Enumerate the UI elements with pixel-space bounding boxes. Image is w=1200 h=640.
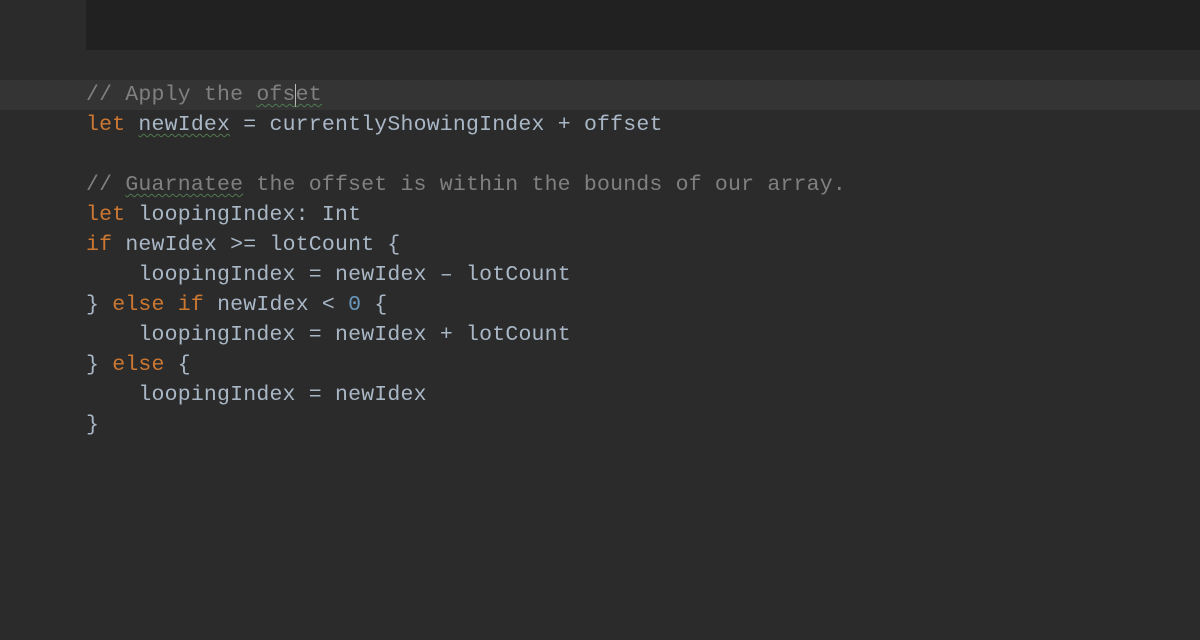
token-id: lotCount	[466, 260, 571, 290]
token-sp	[112, 230, 125, 260]
token-op: }	[86, 290, 99, 320]
token-op: =	[309, 380, 322, 410]
indent	[86, 260, 138, 290]
token-sp	[335, 290, 348, 320]
token-sp	[125, 200, 138, 230]
token-sp	[217, 230, 230, 260]
token-sp	[545, 110, 558, 140]
token-sp	[309, 200, 322, 230]
token-kw: if	[178, 290, 204, 320]
token-sp	[125, 110, 138, 140]
token-op: –	[440, 260, 453, 290]
token-sp	[165, 350, 178, 380]
token-sp	[296, 320, 309, 350]
code-editor[interactable]: // Apply the ofsetlet newIdex = currentl…	[0, 0, 1200, 640]
token-id: loopingIndex	[138, 320, 295, 350]
code-line[interactable]: } else if newIdex < 0 {	[86, 290, 1200, 320]
token-op: {	[387, 230, 400, 260]
token-sp	[204, 290, 217, 320]
token-op: =	[309, 320, 322, 350]
code-line[interactable]: let newIdex = currentlyShowingIndex + of…	[86, 110, 1200, 140]
token-op: =	[309, 260, 322, 290]
indent	[86, 320, 138, 350]
code-line[interactable]: } else {	[86, 350, 1200, 380]
code-line[interactable]: }	[86, 410, 1200, 440]
code-line[interactable]: loopingIndex = newIdex	[86, 380, 1200, 410]
code-line[interactable]	[86, 140, 1200, 170]
token-id: loopingIndex	[138, 380, 295, 410]
token-sp	[322, 380, 335, 410]
token-comment: // Apply the	[86, 80, 256, 110]
token-sp	[256, 110, 269, 140]
indent	[86, 380, 138, 410]
code-line[interactable]: loopingIndex = newIdex – lotCount	[86, 260, 1200, 290]
token-comment: the offset is within the bounds of our a…	[243, 170, 846, 200]
token-id_typo: newIdex	[138, 110, 230, 140]
token-id: lotCount	[466, 320, 571, 350]
code-line[interactable]: let loopingIndex: Int	[86, 200, 1200, 230]
code-line[interactable]: loopingIndex = newIdex + lotCount	[86, 320, 1200, 350]
token-op: =	[243, 110, 256, 140]
token-sp	[99, 290, 112, 320]
code-line[interactable]: if newIdex >= lotCount {	[86, 230, 1200, 260]
token-sp	[361, 290, 374, 320]
token-id: newIdex	[125, 230, 217, 260]
token-id: offset	[584, 110, 663, 140]
token-id: newIdex	[335, 380, 427, 410]
token-kw: else	[112, 350, 164, 380]
token-sp	[99, 350, 112, 380]
token-sp	[453, 320, 466, 350]
token-comment_typo: et	[296, 80, 322, 110]
token-comment_typo: Guarnatee	[125, 170, 243, 200]
editor-toolstrip	[0, 0, 1200, 50]
token-ty: Int	[322, 200, 361, 230]
token-id: loopingIndex	[138, 200, 295, 230]
token-id: newIdex	[335, 260, 427, 290]
token-sp	[296, 380, 309, 410]
token-kw: else	[112, 290, 164, 320]
token-op: {	[374, 290, 387, 320]
token-kw: let	[86, 110, 125, 140]
token-kw: let	[86, 200, 125, 230]
token-id: loopingIndex	[138, 260, 295, 290]
token-id: newIdex	[217, 290, 309, 320]
token-id: lotCount	[269, 230, 374, 260]
token-id: newIdex	[335, 320, 427, 350]
token-num: 0	[348, 290, 361, 320]
token-op: }	[86, 410, 99, 440]
token-op: >=	[230, 230, 256, 260]
token-sp	[165, 290, 178, 320]
token-id: currentlyShowingIndex	[269, 110, 544, 140]
token-sp	[374, 230, 387, 260]
token-sp	[427, 320, 440, 350]
token-sp	[571, 110, 584, 140]
token-sp	[453, 260, 466, 290]
token-comment: //	[86, 170, 125, 200]
token-op: +	[558, 110, 571, 140]
token-sp	[427, 260, 440, 290]
code-line[interactable]: // Guarnatee the offset is within the bo…	[86, 170, 1200, 200]
token-sp	[296, 260, 309, 290]
token-op: <	[322, 290, 335, 320]
token-op: :	[296, 200, 309, 230]
token-op: +	[440, 320, 453, 350]
token-op: }	[86, 350, 99, 380]
code-area[interactable]: // Apply the ofsetlet newIdex = currentl…	[0, 80, 1200, 440]
token-sp	[322, 260, 335, 290]
token-kw: if	[86, 230, 112, 260]
token-sp	[322, 320, 335, 350]
token-sp	[256, 230, 269, 260]
token-sp	[309, 290, 322, 320]
token-op: {	[178, 350, 191, 380]
token-comment_typo: ofs	[256, 80, 295, 110]
token-sp	[230, 110, 243, 140]
code-line[interactable]: // Apply the ofset	[86, 80, 1200, 110]
